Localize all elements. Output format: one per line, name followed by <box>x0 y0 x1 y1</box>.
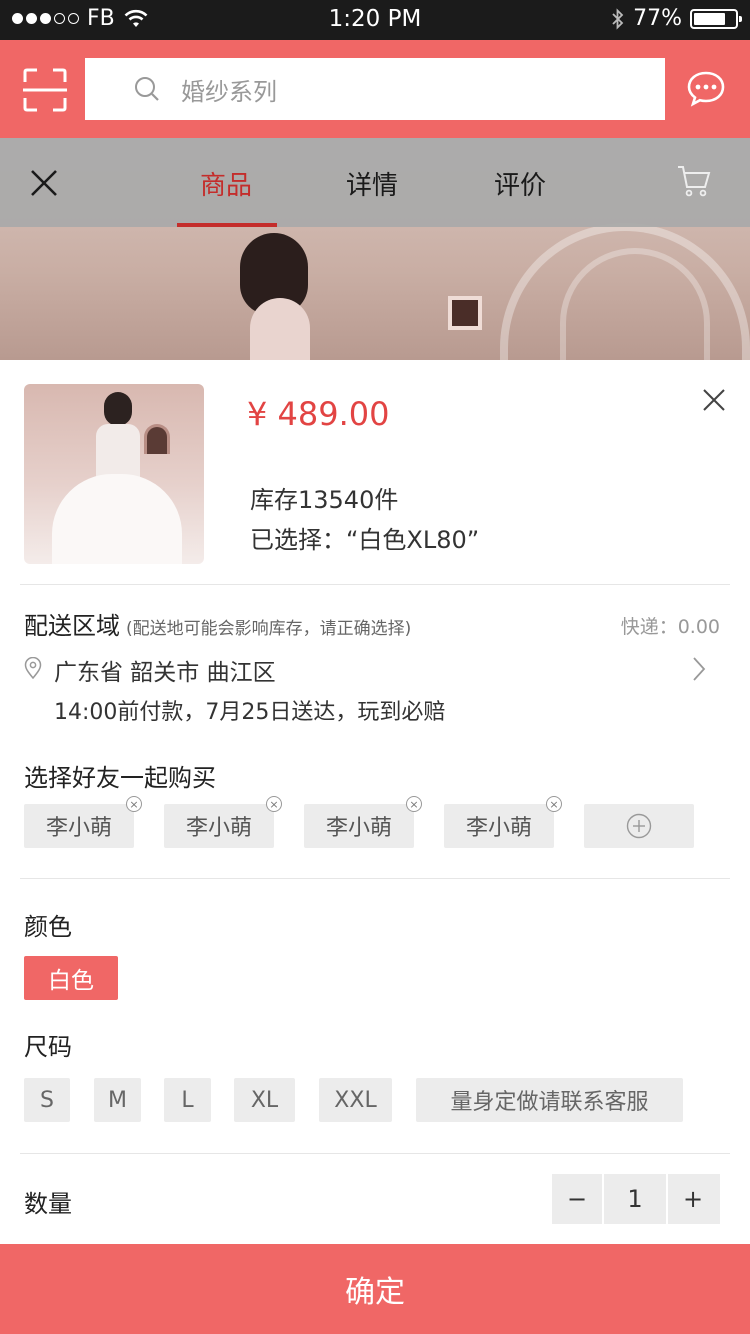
buy-with-friends-title: 选择好友一起购买 <box>24 764 216 792</box>
size-title: 尺码 <box>24 1033 72 1061</box>
divider <box>20 878 730 879</box>
scan-icon[interactable] <box>20 65 70 115</box>
size-option-l[interactable]: L <box>164 1078 211 1122</box>
friend-name: 李小萌 <box>325 816 392 841</box>
active-tab-indicator <box>177 223 277 227</box>
product-thumbnail <box>24 384 204 564</box>
friend-name: 李小萌 <box>465 816 532 841</box>
battery-icon <box>690 8 742 29</box>
confirm-button[interactable]: 确定 <box>0 1244 750 1334</box>
quantity-title: 数量 <box>24 1190 72 1218</box>
battery-fill <box>694 12 725 25</box>
close-icon[interactable] <box>30 169 58 197</box>
close-icon[interactable] <box>702 388 726 412</box>
friend-chip[interactable]: 李小萌 × <box>444 796 562 848</box>
color-title: 颜色 <box>24 913 72 941</box>
stock-count: 库存13540件 <box>250 486 399 514</box>
decrease-quantity-button[interactable]: − <box>552 1174 602 1224</box>
increase-quantity-button[interactable]: + <box>668 1174 718 1224</box>
delivery-time: 14:00前付款，7月25日送达，玩到必赔 <box>54 700 446 725</box>
product-price: ¥ 489.00 <box>247 395 390 433</box>
battery-percent: 77% <box>633 6 682 31</box>
status-bar: FB 1:20 PM 77% <box>0 0 750 40</box>
status-right: 77% <box>611 6 742 31</box>
quantity-value[interactable]: 1 <box>602 1174 668 1224</box>
shipping-fee: 快递：0.00 <box>620 616 720 638</box>
sku-selection-sheet: ¥ 489.00 库存13540件 已选择：“白色XL80” 配送区域 (配送地可… <box>0 360 750 1334</box>
friend-chip[interactable]: 李小萌 × <box>24 796 142 848</box>
size-option-xl[interactable]: XL <box>234 1078 295 1122</box>
plus-circle-icon <box>626 813 652 839</box>
bluetooth-icon <box>612 7 624 30</box>
tab-details[interactable]: 详情 <box>346 165 398 202</box>
remove-icon[interactable]: × <box>546 796 562 812</box>
color-option-white[interactable]: 白色 <box>24 956 118 1000</box>
selected-variant: 已选择：“白色XL80” <box>250 526 480 554</box>
friend-name: 李小萌 <box>185 816 252 841</box>
size-option-xxl[interactable]: XXL <box>319 1078 392 1122</box>
search-icon <box>135 77 159 101</box>
size-option-s[interactable]: S <box>24 1078 70 1122</box>
delivery-area-title: 配送区域 (配送地可能会影响库存，请正确选择) <box>24 606 411 641</box>
search-header: 婚纱系列 <box>0 40 750 138</box>
location-pin-icon <box>24 657 42 679</box>
size-option-custom[interactable]: 量身定做请联系客服 <box>416 1078 683 1122</box>
divider <box>20 1153 730 1154</box>
friend-chip[interactable]: 李小萌 × <box>164 796 282 848</box>
quantity-stepper: − 1 + <box>552 1174 720 1224</box>
cart-icon[interactable] <box>676 163 712 199</box>
friend-name: 李小萌 <box>45 816 112 841</box>
delivery-address[interactable]: 广东省 韶关市 曲江区 <box>54 653 276 687</box>
tab-reviews[interactable]: 评价 <box>494 165 546 202</box>
add-friend-button[interactable] <box>584 804 694 848</box>
friend-chip[interactable]: 李小萌 × <box>304 796 422 848</box>
search-input[interactable]: 婚纱系列 <box>85 58 665 120</box>
size-option-m[interactable]: M <box>94 1078 141 1122</box>
delivery-area-label: 配送区域 <box>24 612 120 640</box>
product-tab-bar: 商品 详情 评价 <box>0 138 750 227</box>
chevron-right-icon[interactable] <box>692 656 706 682</box>
remove-icon[interactable]: × <box>126 796 142 812</box>
chat-bubble-icon[interactable] <box>686 69 726 109</box>
remove-icon[interactable]: × <box>406 796 422 812</box>
remove-icon[interactable]: × <box>266 796 282 812</box>
tab-product[interactable]: 商品 <box>200 165 252 202</box>
delivery-note: (配送地可能会影响库存，请正确选择) <box>126 619 412 639</box>
divider <box>20 584 730 585</box>
search-placeholder: 婚纱系列 <box>181 77 277 106</box>
